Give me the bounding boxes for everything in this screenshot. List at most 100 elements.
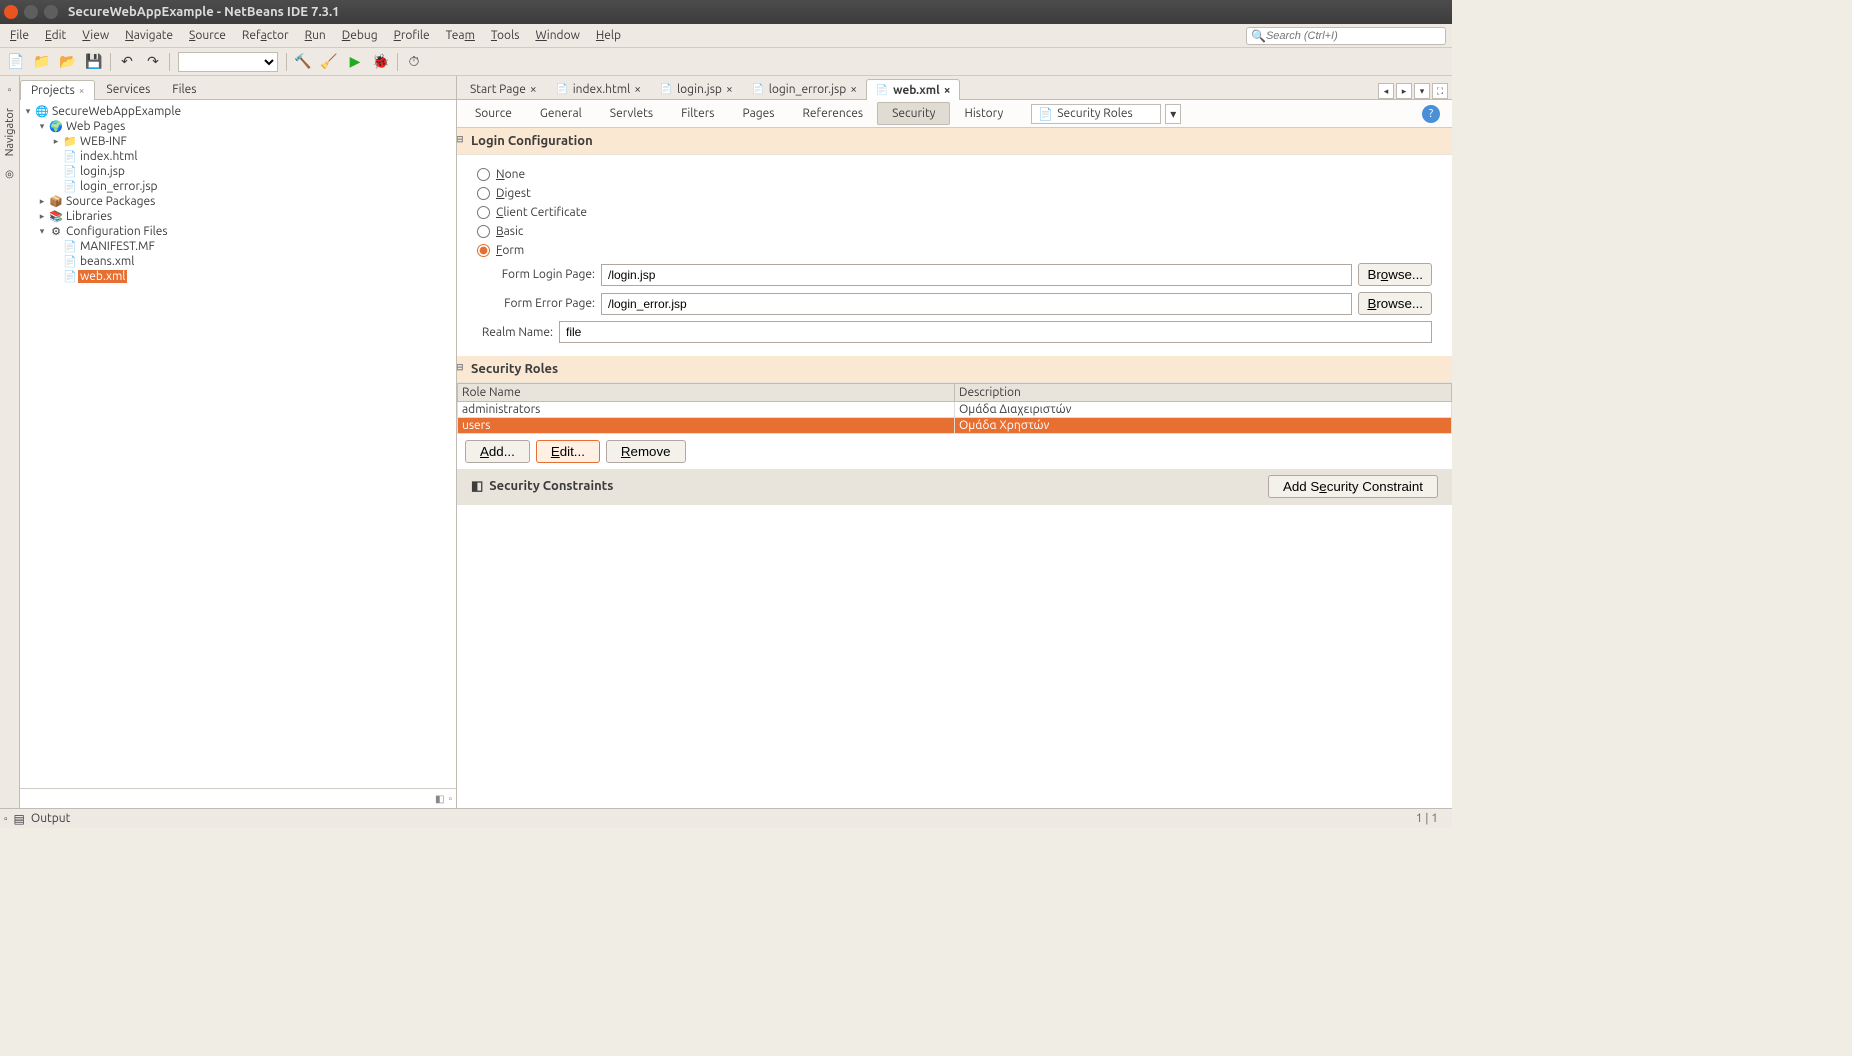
build-button[interactable]: 🔨 — [291, 50, 315, 74]
run-button[interactable]: ▶ — [343, 50, 367, 74]
menu-refactor[interactable]: Refactor — [234, 27, 297, 44]
collapse-button[interactable]: ⊟ — [457, 134, 466, 145]
tree-source-packages[interactable]: Source Packages — [64, 195, 157, 208]
table-row[interactable]: users Ομάδα Χρηστών — [458, 418, 1452, 434]
menu-debug[interactable]: Debug — [334, 27, 386, 44]
security-roles-table[interactable]: Role Name Description administrators Ομά… — [457, 383, 1452, 434]
menu-help[interactable]: Help — [588, 27, 629, 44]
panel-tool-icon[interactable]: ▫ — [448, 793, 452, 805]
editor-tab-login-error-jsp[interactable]: 📄login_error.jsp× — [742, 78, 866, 99]
radio-client-cert[interactable] — [477, 206, 490, 219]
search-input[interactable] — [1266, 30, 1441, 42]
subtab-servlets[interactable]: Servlets — [596, 103, 667, 124]
radio-digest[interactable] — [477, 187, 490, 200]
navigator-gutter-label[interactable]: Navigator — [4, 104, 16, 160]
edit-role-button[interactable]: Edit... — [536, 440, 600, 463]
maximize-editor-button[interactable]: ⛶ — [1432, 83, 1448, 99]
radio-none[interactable] — [477, 168, 490, 181]
tree-manifest[interactable]: MANIFEST.MF — [78, 240, 157, 253]
menu-source[interactable]: Source — [181, 27, 234, 44]
remove-role-button[interactable]: Remove — [606, 440, 686, 463]
table-row[interactable]: administrators Ομάδα Διαχειριστών — [458, 402, 1452, 418]
panel-tool-icon[interactable]: ◧ — [435, 793, 444, 805]
editor-tab-web-xml[interactable]: 📄web.xml× — [866, 79, 960, 100]
redo-button[interactable]: ↷ — [141, 50, 165, 74]
add-constraint-button[interactable]: Add Security Constraint — [1268, 475, 1438, 498]
project-tree[interactable]: ▾🌐SecureWebAppExample ▾🌍Web Pages ▸📁WEB-… — [20, 100, 456, 788]
new-file-button[interactable]: 📄 — [4, 50, 28, 74]
col-description[interactable]: Description — [955, 384, 1452, 402]
profile-button[interactable]: ⏱ — [402, 50, 426, 74]
menu-edit[interactable]: Edit — [37, 27, 74, 44]
subtab-general[interactable]: General — [526, 103, 596, 124]
section-combo[interactable]: 📄Security Roles — [1031, 104, 1161, 124]
minimize-icon[interactable]: ▫ — [4, 813, 8, 825]
menu-view[interactable]: View — [74, 27, 117, 44]
editor-tab-index-html[interactable]: 📄index.html× — [546, 78, 650, 99]
subtab-security[interactable]: Security — [877, 102, 950, 125]
menu-team[interactable]: Team — [438, 27, 483, 44]
menu-navigate[interactable]: Navigate — [117, 27, 181, 44]
tree-login-jsp[interactable]: login.jsp — [78, 165, 127, 178]
undo-button[interactable]: ↶ — [115, 50, 139, 74]
close-icon[interactable]: × — [850, 83, 857, 96]
radio-basic[interactable] — [477, 225, 490, 238]
browse-login-button[interactable]: Browse... — [1358, 263, 1432, 286]
editor-tab-login-jsp[interactable]: 📄login.jsp× — [650, 78, 742, 99]
radio-form[interactable] — [477, 244, 490, 257]
window-maximize-button[interactable] — [44, 5, 58, 19]
tab-services[interactable]: Services — [95, 79, 161, 99]
show-tabs-button[interactable]: ▾ — [1414, 83, 1430, 99]
close-icon[interactable]: × — [530, 83, 537, 96]
window-minimize-button[interactable] — [24, 5, 38, 19]
subtab-source[interactable]: Source — [461, 103, 526, 124]
section-combo-arrow[interactable]: ▾ — [1165, 104, 1181, 124]
debug-button[interactable]: 🐞 — [369, 50, 393, 74]
close-icon[interactable]: × — [79, 85, 85, 96]
add-role-button[interactable]: Add... — [465, 440, 530, 463]
minimize-icon[interactable]: ▫ — [8, 84, 12, 96]
tree-web-inf[interactable]: WEB-INF — [78, 135, 129, 148]
menu-file[interactable]: File — [2, 27, 37, 44]
window-close-button[interactable] — [4, 5, 18, 19]
collapse-button[interactable]: ⊟ — [457, 362, 466, 373]
subtab-pages[interactable]: Pages — [729, 103, 789, 124]
form-error-input[interactable] — [601, 293, 1352, 315]
close-icon[interactable]: × — [634, 83, 641, 96]
tab-projects[interactable]: Projects × — [20, 80, 95, 100]
new-project-button[interactable]: 📁 — [30, 50, 54, 74]
clean-build-button[interactable]: 🧹 — [317, 50, 341, 74]
help-button[interactable]: ? — [1422, 105, 1440, 123]
scroll-left-button[interactable]: ◂ — [1378, 83, 1394, 99]
browse-error-button[interactable]: Browse... — [1358, 292, 1432, 315]
open-project-button[interactable]: 📂 — [56, 50, 80, 74]
menu-tools[interactable]: Tools — [483, 27, 528, 44]
quick-search[interactable]: 🔍 — [1246, 27, 1446, 45]
menu-run[interactable]: Run — [297, 27, 334, 44]
realm-input[interactable] — [559, 321, 1432, 343]
form-login-input[interactable] — [601, 264, 1352, 286]
tree-project[interactable]: SecureWebAppExample — [50, 105, 183, 118]
subtab-filters[interactable]: Filters — [667, 103, 728, 124]
tree-beans[interactable]: beans.xml — [78, 255, 136, 268]
editor-tab-start-page[interactable]: Start Page× — [461, 79, 546, 99]
tree-web-xml[interactable]: web.xml — [78, 270, 127, 283]
tree-index-html[interactable]: index.html — [78, 150, 140, 163]
tree-config-files[interactable]: Configuration Files — [64, 225, 170, 238]
menu-window[interactable]: Window — [527, 27, 587, 44]
scroll-right-button[interactable]: ▸ — [1396, 83, 1412, 99]
tab-files[interactable]: Files — [161, 79, 207, 99]
menu-profile[interactable]: Profile — [386, 27, 438, 44]
col-role-name[interactable]: Role Name — [458, 384, 955, 402]
close-icon[interactable]: × — [726, 83, 733, 96]
output-label[interactable]: Output — [31, 812, 70, 825]
tree-libraries[interactable]: Libraries — [64, 210, 114, 223]
config-combo[interactable] — [178, 52, 278, 72]
navigator-gutter-icon[interactable]: ◎ — [5, 168, 14, 180]
subtab-references[interactable]: References — [788, 103, 877, 124]
close-icon[interactable]: × — [944, 84, 951, 97]
subtab-history[interactable]: History — [950, 103, 1017, 124]
tree-login-error-jsp[interactable]: login_error.jsp — [78, 180, 160, 193]
save-all-button[interactable]: 💾 — [82, 50, 106, 74]
tree-web-pages[interactable]: Web Pages — [64, 120, 127, 133]
